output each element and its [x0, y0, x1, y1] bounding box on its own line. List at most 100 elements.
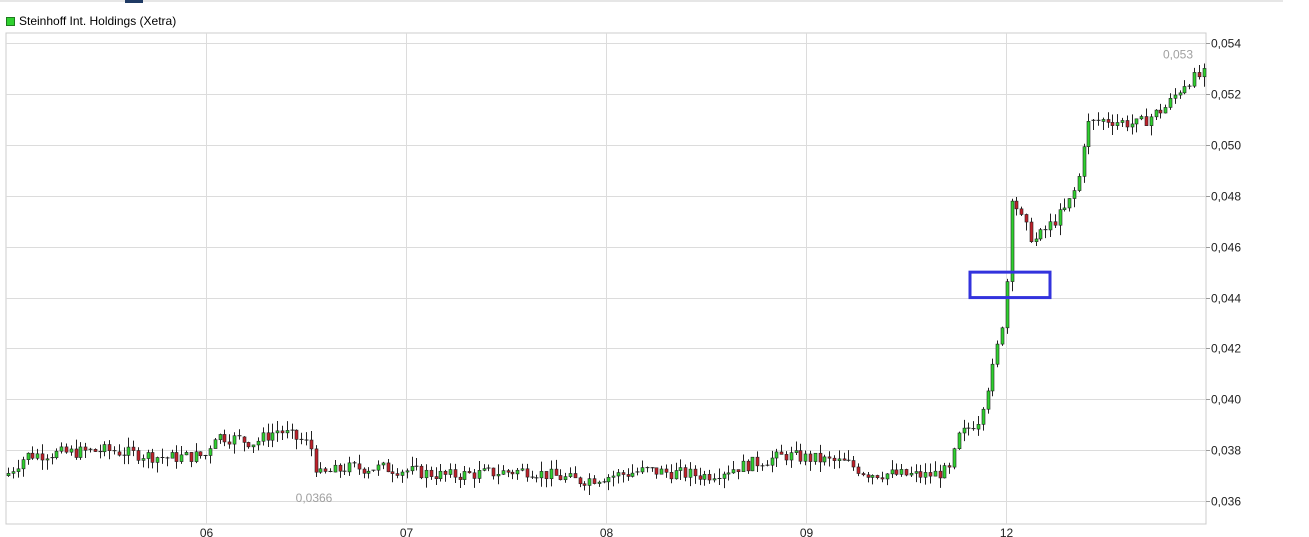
candle-body	[621, 472, 626, 475]
candle-body	[880, 477, 885, 480]
candle-body	[515, 469, 520, 475]
candle-body	[266, 432, 271, 441]
candle-body	[189, 452, 194, 462]
candle-body	[131, 446, 136, 451]
candle-body	[606, 477, 611, 483]
candle-body	[669, 472, 674, 480]
candle-body	[318, 468, 323, 473]
candle-body	[678, 467, 683, 471]
candle-body	[861, 473, 866, 476]
candle-body	[832, 457, 837, 461]
candle-body	[74, 448, 79, 458]
candle-body	[314, 448, 319, 473]
candle-body	[899, 469, 904, 475]
candle-body	[366, 470, 371, 474]
candle-body	[1101, 119, 1106, 122]
candle-body	[822, 456, 827, 463]
candle-body	[688, 468, 693, 478]
candle-body	[1010, 200, 1015, 282]
candle-body	[698, 475, 703, 480]
candle-body	[424, 469, 429, 479]
candle-body	[928, 472, 933, 477]
candle-body	[1202, 68, 1207, 78]
candle-body	[438, 470, 443, 479]
y-tick-label: 0,050	[1211, 139, 1241, 153]
candle-body	[222, 434, 227, 443]
candle-body	[179, 454, 184, 462]
candle-body	[338, 464, 343, 472]
y-tick-label: 0,054	[1211, 37, 1241, 51]
candle-body	[1019, 208, 1024, 215]
candle-body	[1034, 238, 1039, 242]
candle-body	[813, 452, 818, 462]
candle-body	[150, 452, 155, 463]
candle-body	[1139, 116, 1144, 120]
candle-body	[45, 458, 50, 461]
candle-body	[1014, 200, 1019, 210]
candle-body	[914, 471, 919, 474]
candle-body	[482, 468, 487, 471]
candle-body	[1149, 116, 1154, 126]
candle-body	[194, 451, 199, 462]
candle-body	[539, 471, 544, 479]
candle-body	[429, 469, 434, 477]
candle-body	[549, 468, 554, 480]
candle-body	[136, 450, 141, 461]
candle-body	[1158, 109, 1163, 114]
y-tick-label: 0,040	[1211, 393, 1241, 407]
candle-body	[851, 460, 856, 468]
candle-body	[770, 457, 775, 466]
candle-body	[942, 465, 947, 479]
candle-body	[410, 466, 415, 472]
candle-body	[789, 452, 794, 461]
candle-body	[467, 471, 472, 474]
candle-body	[390, 471, 395, 474]
candle-body	[102, 444, 107, 453]
max-price-label: 0,053	[1163, 48, 1193, 62]
candle-body	[208, 448, 213, 456]
candle-body	[1058, 209, 1063, 226]
x-tick-label: 07	[400, 526, 414, 537]
candle-body	[952, 448, 957, 468]
candle-body	[578, 477, 583, 485]
candle-body	[256, 440, 261, 446]
candle-body	[232, 435, 237, 445]
candle-body	[69, 448, 74, 453]
candle-body	[1173, 94, 1178, 99]
candle-body	[30, 452, 35, 459]
candle-body	[347, 462, 352, 473]
candle-body	[808, 453, 813, 462]
candle-body	[587, 478, 592, 486]
candle-body	[573, 473, 578, 479]
candle-body	[1144, 116, 1149, 126]
candle-body	[674, 470, 679, 480]
candle-body	[141, 458, 146, 461]
candle-body	[184, 452, 189, 456]
candle-body	[722, 473, 727, 479]
candle-body	[947, 465, 952, 468]
candle-body	[117, 451, 122, 456]
candle-body	[54, 450, 59, 458]
candle-body	[458, 476, 463, 480]
candle-body	[568, 473, 573, 477]
candle-body	[707, 474, 712, 481]
candle-body	[626, 474, 631, 477]
candle-body	[918, 471, 923, 478]
candle-body	[333, 464, 338, 473]
candle-body	[309, 439, 314, 450]
min-price-label: 0,0366	[296, 491, 333, 505]
candle-body	[395, 473, 400, 476]
candle-body	[362, 468, 367, 474]
candle-body	[957, 432, 962, 450]
candle-body	[1154, 109, 1159, 118]
candle-body	[870, 475, 875, 478]
candle-body	[59, 446, 64, 452]
candle-body	[837, 458, 842, 461]
y-tick-label: 0,046	[1211, 241, 1241, 255]
candle-body	[491, 467, 496, 477]
candle-body	[242, 436, 247, 443]
candle-body	[736, 469, 741, 473]
candle-body	[976, 424, 981, 430]
candle-body	[1048, 221, 1053, 231]
candle-body	[933, 470, 938, 477]
